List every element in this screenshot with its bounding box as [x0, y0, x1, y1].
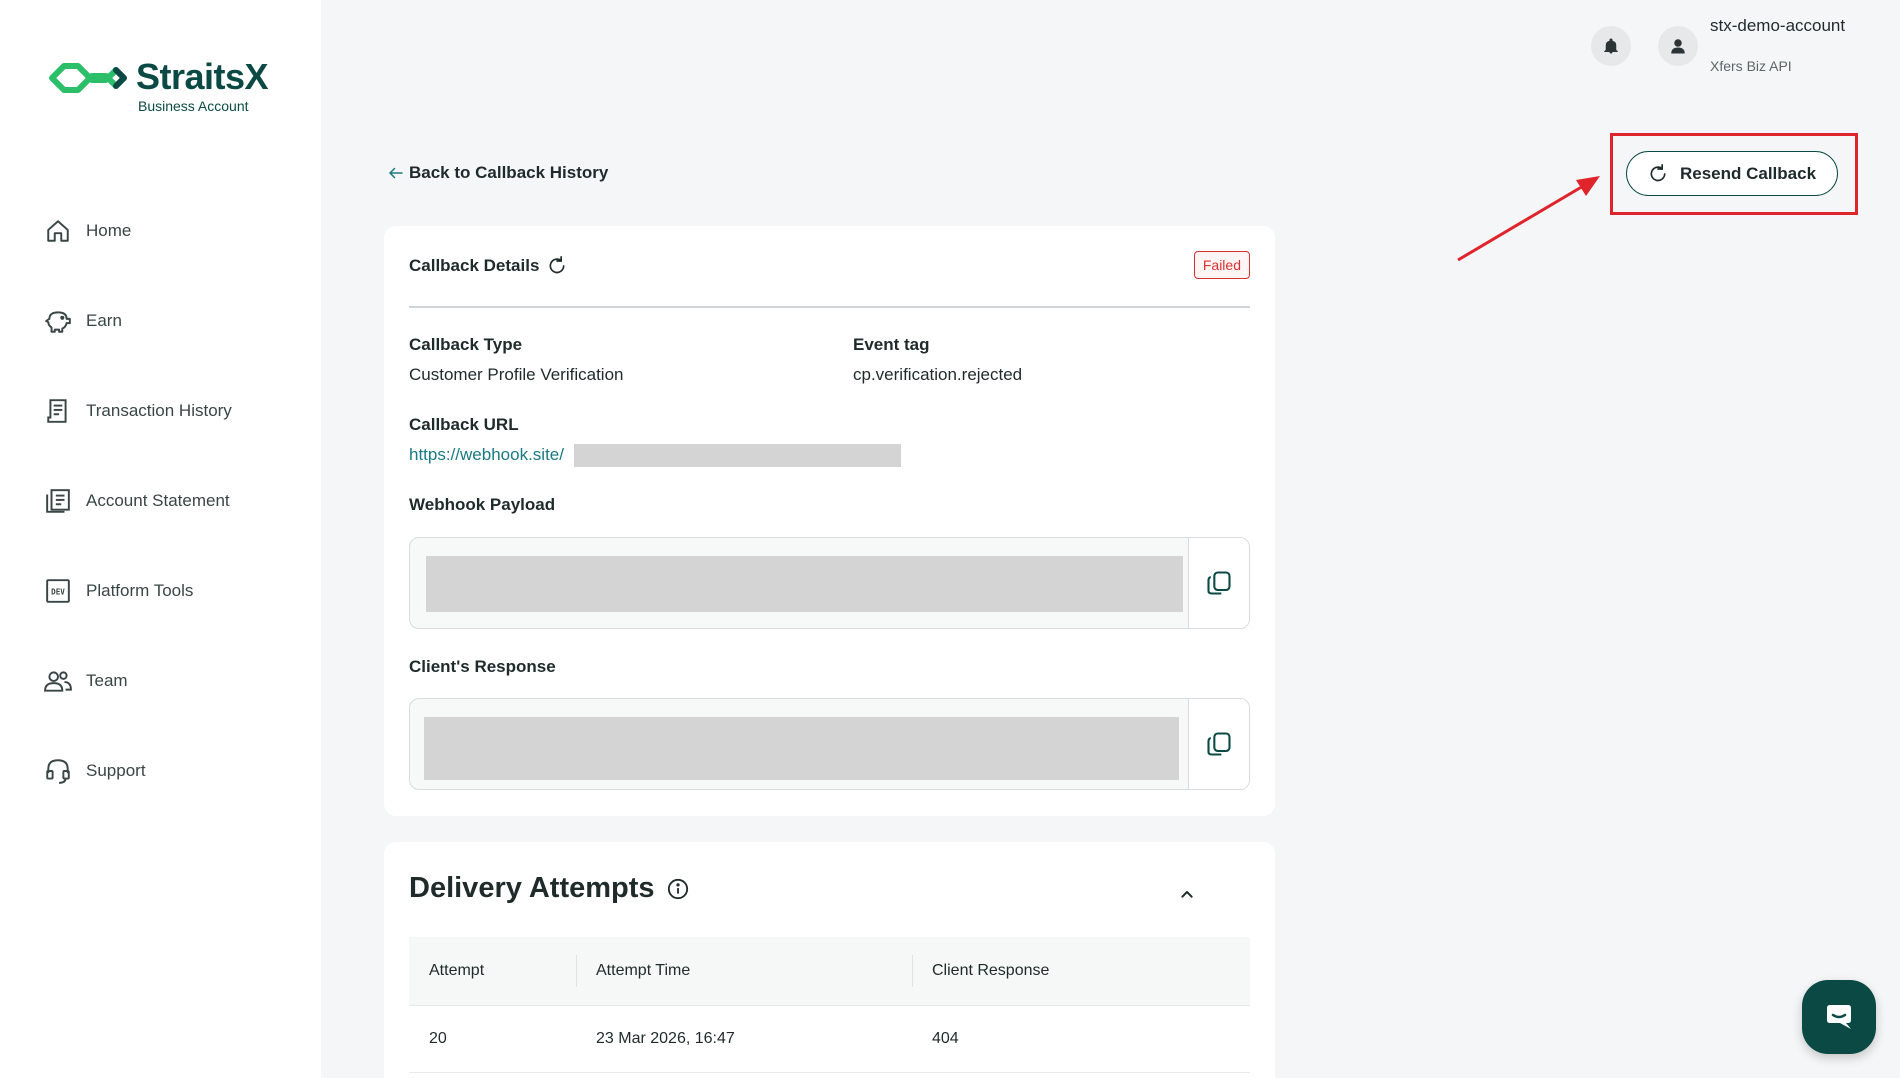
sidebar-item-label: Account Statement	[86, 491, 230, 510]
sidebar-item-label: Platform Tools	[86, 581, 194, 600]
notifications-button[interactable]	[1591, 26, 1631, 66]
sidebar-item-platform-tools[interactable]: DEV Platform Tools	[44, 546, 232, 636]
home-icon	[44, 217, 72, 245]
back-to-callback-history-link[interactable]: Back to Callback History	[387, 163, 608, 183]
brand-name: StraitsX	[136, 56, 269, 97]
sidebar-item-label: Transaction History	[86, 401, 232, 420]
sidebar-item-label: Team	[86, 671, 128, 690]
resend-callback-label: Resend Callback	[1679, 163, 1817, 183]
column-header-attempt-time: Attempt Time	[576, 937, 912, 1005]
delivery-attempts-title: Delivery Attempts	[409, 872, 689, 905]
copy-icon	[1207, 571, 1231, 595]
event-tag-value: cp.verification.rejected	[853, 365, 1023, 384]
callback-type-value: Customer Profile Verification	[409, 365, 624, 384]
attempt-cell: 20	[429, 1030, 447, 1047]
callback-details-heading: Callback Details	[409, 256, 540, 275]
redacted-response	[424, 717, 1179, 780]
back-link-label: Back to Callback History	[409, 163, 609, 182]
sidebar-item-account-statement[interactable]: Account Statement	[44, 456, 232, 546]
sidebar-item-support[interactable]: Support	[44, 726, 232, 816]
dev-icon: DEV	[44, 577, 72, 605]
avatar[interactable]	[1658, 26, 1698, 66]
sidebar-item-earn[interactable]: Earn	[44, 276, 232, 366]
chevron-up-icon	[1181, 891, 1193, 898]
client-response-label: Client's Response	[409, 657, 556, 676]
callback-details-card: Callback Details Failed Callback Type Cu…	[384, 226, 1275, 816]
chat-support-button[interactable]	[1802, 980, 1876, 1054]
sidebar-item-home[interactable]: Home	[44, 186, 232, 276]
straitsx-logo[interactable]: StraitsX Business Account	[48, 56, 269, 114]
table-header: Attempt Attempt Time Client Response	[409, 937, 1250, 1005]
event-tag-label: Event tag	[853, 335, 930, 354]
headset-icon	[44, 757, 72, 785]
brand-subtitle: Business Account	[138, 98, 249, 114]
column-header-client-response: Client Response	[912, 937, 1250, 1005]
sidebar-item-team[interactable]: Team	[44, 636, 232, 726]
sidebar-item-label: Support	[86, 761, 146, 780]
webhook-payload-box[interactable]	[409, 537, 1250, 629]
piggy-bank-icon	[44, 307, 72, 335]
sidebar-item-label: Earn	[86, 311, 122, 330]
sidebar-item-transaction-history[interactable]: Transaction History	[44, 366, 232, 456]
column-header-attempt: Attempt	[429, 962, 485, 979]
callback-url-label: Callback URL	[409, 415, 519, 434]
bell-icon	[1604, 38, 1618, 54]
refresh-icon	[1650, 163, 1666, 181]
redacted-url	[574, 444, 901, 467]
annotation-arrow-icon	[1457, 176, 1600, 262]
collapse-button[interactable]	[1175, 882, 1199, 906]
sidebar-nav: Home Earn Transaction History Account St…	[44, 208, 232, 816]
callback-details-title: Callback Details	[409, 256, 567, 276]
callback-type-label: Callback Type	[409, 335, 523, 354]
delivery-attempts-table: Attempt Attempt Time Client Response 20 …	[409, 937, 1250, 1073]
sidebar-item-label: Home	[86, 221, 132, 240]
sidebar: StraitsX Business Account Home Earn Tran…	[0, 0, 321, 1078]
copy-payload-button[interactable]	[1188, 538, 1249, 628]
team-icon	[44, 667, 72, 695]
client-response-box[interactable]	[409, 698, 1250, 790]
straitsx-logo-icon	[49, 63, 127, 93]
document-list-icon	[44, 487, 72, 515]
attempt-time-cell: 23 Mar 2026, 16:47	[596, 1030, 735, 1047]
delivery-attempts-heading: Delivery Attempts	[409, 872, 655, 904]
user-icon	[1671, 39, 1685, 54]
divider	[409, 306, 1250, 308]
table-row: 20 23 Mar 2026, 16:47 404	[409, 1005, 1250, 1073]
copy-response-button[interactable]	[1188, 699, 1249, 789]
webhook-payload-label: Webhook Payload	[409, 495, 556, 514]
client-response-cell: 404	[932, 1030, 959, 1047]
refresh-icon[interactable]	[547, 256, 567, 276]
info-icon[interactable]	[667, 878, 689, 900]
resend-callback-button[interactable]: Resend Callback	[1626, 151, 1838, 196]
chat-icon	[1827, 1005, 1851, 1029]
receipt-icon	[44, 397, 72, 425]
status-badge: Failed	[1193, 251, 1250, 279]
delivery-attempts-card: Delivery Attempts Attempt Attempt Time C…	[384, 842, 1275, 1078]
account-name[interactable]: stx-demo-account	[1710, 16, 1845, 36]
callback-url-link[interactable]: https://webhook.site/	[409, 445, 564, 465]
svg-text:DEV: DEV	[51, 587, 65, 596]
account-subtitle: Xfers Biz API	[1710, 58, 1792, 74]
copy-icon	[1207, 732, 1231, 756]
arrow-left-icon	[389, 167, 403, 179]
redacted-payload	[426, 556, 1183, 612]
